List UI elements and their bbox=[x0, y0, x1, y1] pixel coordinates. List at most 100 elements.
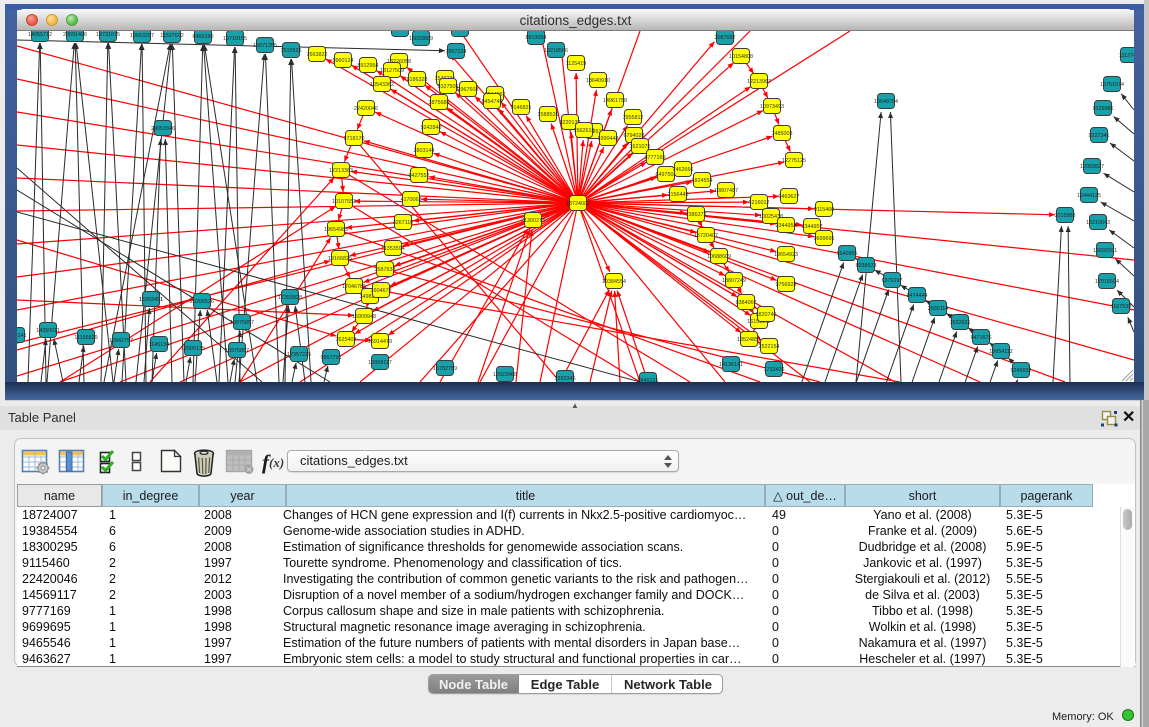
svg-text:1621075: 1621075 bbox=[630, 144, 651, 150]
svg-text:3875685: 3875685 bbox=[429, 100, 450, 106]
svg-text:1145134: 1145134 bbox=[149, 342, 170, 348]
svg-text:8454749: 8454749 bbox=[482, 99, 503, 105]
svg-text:17957225: 17957225 bbox=[287, 352, 311, 358]
svg-text:12923468: 12923468 bbox=[493, 372, 517, 378]
svg-text:14350011: 14350011 bbox=[36, 328, 60, 334]
svg-text:9463627: 9463627 bbox=[779, 194, 800, 200]
svg-text:15993451: 15993451 bbox=[139, 297, 163, 303]
svg-text:11527602: 11527602 bbox=[160, 33, 184, 39]
svg-text:10807487: 10807487 bbox=[714, 188, 738, 194]
svg-text:14055712: 14055712 bbox=[28, 32, 52, 38]
svg-text:12942757: 12942757 bbox=[109, 338, 133, 344]
svg-text:3215958: 3215958 bbox=[1055, 213, 1076, 219]
svg-text:3587833: 3587833 bbox=[375, 267, 396, 273]
svg-text:1167533: 1167533 bbox=[1111, 304, 1132, 310]
svg-text:18807249: 18807249 bbox=[722, 278, 746, 284]
svg-text:1562615: 1562615 bbox=[574, 128, 595, 134]
svg-text:15692991: 15692991 bbox=[1093, 248, 1117, 254]
svg-text:9474444: 9474444 bbox=[907, 293, 928, 299]
svg-text:10973493: 10973493 bbox=[760, 104, 784, 110]
svg-text:11156829: 11156829 bbox=[74, 335, 97, 341]
svg-text:17359928: 17359928 bbox=[278, 295, 302, 301]
svg-text:12213967: 12213967 bbox=[747, 79, 771, 85]
svg-text:10958117: 10958117 bbox=[368, 360, 392, 366]
svg-text:1604678: 1604678 bbox=[371, 288, 392, 294]
svg-text:2935114: 2935114 bbox=[928, 306, 949, 312]
svg-text:1990448: 1990448 bbox=[598, 136, 619, 142]
svg-text:7857224: 7857224 bbox=[446, 49, 467, 55]
svg-text:10107553: 10107553 bbox=[332, 199, 356, 205]
svg-text:10653257: 10653257 bbox=[130, 33, 154, 39]
svg-text:9857791: 9857791 bbox=[321, 355, 342, 361]
svg-text:6379197: 6379197 bbox=[882, 278, 903, 284]
svg-text:10648784: 10648784 bbox=[874, 99, 898, 105]
svg-text:12093827: 12093827 bbox=[1080, 164, 1104, 170]
svg-text:16782759: 16782759 bbox=[433, 366, 457, 372]
svg-text:9115460: 9115460 bbox=[814, 207, 835, 213]
svg-text:9427552: 9427552 bbox=[409, 173, 430, 179]
svg-text:19166825: 19166825 bbox=[328, 256, 352, 262]
svg-text:9245652: 9245652 bbox=[1011, 368, 1032, 374]
svg-text:2803144: 2803144 bbox=[414, 148, 435, 154]
svg-text:7625402: 7625402 bbox=[336, 337, 357, 343]
svg-text:21300273: 21300273 bbox=[521, 218, 545, 224]
svg-text:1292346: 1292346 bbox=[555, 376, 576, 382]
svg-text:7515526: 7515526 bbox=[281, 48, 302, 54]
svg-text:9327505: 9327505 bbox=[438, 84, 459, 90]
svg-text:18127509: 18127509 bbox=[380, 68, 404, 74]
svg-text:4170063: 4170063 bbox=[401, 197, 422, 203]
svg-text:12444135: 12444135 bbox=[1077, 193, 1101, 199]
svg-text:2522154: 2522154 bbox=[759, 344, 780, 350]
svg-text:1820746: 1820746 bbox=[756, 312, 777, 318]
svg-text:9227341: 9227341 bbox=[1089, 133, 1110, 139]
svg-text:9146821: 9146821 bbox=[511, 105, 532, 111]
svg-text:20691406: 20691406 bbox=[63, 32, 87, 38]
svg-text:9384067: 9384067 bbox=[736, 300, 757, 306]
svg-text:13524851: 13524851 bbox=[737, 337, 761, 343]
svg-text:16914479: 16914479 bbox=[368, 339, 392, 345]
svg-text:8938923: 8938923 bbox=[856, 263, 877, 269]
svg-text:16033809: 16033809 bbox=[409, 36, 433, 42]
svg-text:16671355: 16671355 bbox=[253, 43, 277, 49]
svg-text:22420046: 22420046 bbox=[354, 106, 378, 112]
svg-text:1733426: 1733426 bbox=[764, 367, 785, 373]
svg-text:2156445: 2156445 bbox=[668, 192, 689, 198]
svg-text:6216012: 6216012 bbox=[749, 200, 770, 206]
svg-text:1887307: 1887307 bbox=[390, 31, 411, 33]
svg-text:1588520: 1588520 bbox=[538, 112, 559, 118]
svg-text:14136141: 14136141 bbox=[719, 362, 743, 368]
svg-text:9129986: 9129986 bbox=[1093, 106, 1114, 112]
svg-text:1035257: 1035257 bbox=[450, 31, 471, 33]
svg-text:1112743: 1112743 bbox=[1119, 53, 1134, 59]
svg-text:7462666: 7462666 bbox=[673, 167, 694, 173]
svg-text:10975857: 10975857 bbox=[225, 348, 249, 354]
svg-text:7955812: 7955812 bbox=[623, 115, 644, 121]
svg-text:18640910: 18640910 bbox=[586, 78, 610, 84]
svg-text:10719155: 10719155 bbox=[223, 36, 247, 42]
svg-text:1125419: 1125419 bbox=[566, 61, 587, 67]
svg-text:14961758: 14961758 bbox=[603, 98, 627, 104]
svg-text:9777169: 9777169 bbox=[645, 155, 666, 161]
svg-text:9699695: 9699695 bbox=[814, 236, 835, 242]
svg-text:12505135: 12505135 bbox=[181, 346, 205, 352]
svg-text:19654923: 19654923 bbox=[774, 252, 798, 258]
svg-text:15751074: 15751074 bbox=[1100, 82, 1124, 88]
svg-text:2967608: 2967608 bbox=[458, 87, 479, 93]
svg-text:29053346: 29053346 bbox=[151, 126, 175, 132]
svg-text:1824554: 1824554 bbox=[692, 178, 713, 184]
svg-text:2087682: 2087682 bbox=[715, 35, 736, 41]
svg-text:11353594: 11353594 bbox=[381, 246, 405, 252]
svg-text:16210643: 16210643 bbox=[1086, 220, 1110, 226]
svg-text:12213383: 12213383 bbox=[329, 168, 353, 174]
svg-text:18731075: 18731075 bbox=[96, 32, 120, 38]
svg-text:20206526: 20206526 bbox=[190, 299, 214, 305]
svg-text:9845121: 9845121 bbox=[638, 378, 659, 382]
svg-text:7632621: 7632621 bbox=[950, 320, 971, 326]
svg-text:8912954: 8912954 bbox=[358, 63, 379, 69]
svg-text:10154808: 10154808 bbox=[729, 54, 753, 60]
svg-text:7485003: 7485003 bbox=[772, 131, 793, 137]
svg-text:19218506: 19218506 bbox=[544, 48, 568, 54]
svg-text:(x): (x) bbox=[269, 455, 284, 470]
svg-text:7663822: 7663822 bbox=[307, 52, 328, 58]
svg-text:12275125: 12275125 bbox=[782, 158, 806, 164]
